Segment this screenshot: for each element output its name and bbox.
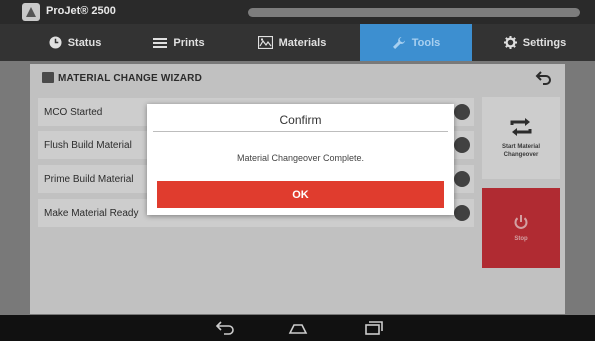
- tab-status[interactable]: Status: [30, 24, 120, 61]
- menu-icon: [153, 37, 168, 48]
- tab-prints-label: Prints: [173, 36, 205, 49]
- back-icon: [215, 321, 234, 335]
- app-title: ProJet® 2500: [46, 5, 116, 17]
- tab-prints[interactable]: Prints: [140, 24, 218, 61]
- tab-tools-label: Tools: [411, 36, 441, 49]
- materials-icon: [257, 36, 273, 49]
- clock-icon: [49, 36, 62, 49]
- status-bar: ProJet® 2500: [0, 0, 595, 24]
- tab-materials[interactable]: Materials: [242, 24, 342, 61]
- system-back-button[interactable]: [214, 320, 236, 336]
- recents-icon: [365, 321, 383, 335]
- projet-logo-icon: [22, 3, 40, 21]
- system-recents-button[interactable]: [362, 320, 384, 336]
- home-icon: [288, 324, 308, 334]
- dialog-divider: [153, 131, 448, 132]
- tab-settings[interactable]: Settings: [490, 24, 580, 61]
- progress-bar: [248, 8, 580, 17]
- dialog-message: Material Changeover Complete.: [236, 153, 365, 163]
- nav-bar: Status Prints Materials Tools Settings: [0, 24, 595, 61]
- tab-status-label: Status: [67, 36, 102, 49]
- system-home-button[interactable]: [287, 320, 309, 336]
- tab-materials-label: Materials: [278, 36, 327, 49]
- system-nav-bar: [0, 315, 595, 341]
- wrench-icon: [392, 36, 405, 49]
- tab-tools[interactable]: Tools: [360, 24, 472, 61]
- dialog-title: Confirm: [279, 113, 322, 127]
- tab-settings-label: Settings: [522, 36, 567, 49]
- ok-button[interactable]: OK: [157, 181, 444, 208]
- gear-icon: [503, 36, 517, 49]
- confirm-dialog: Confirm Material Changeover Complete. OK: [147, 104, 454, 215]
